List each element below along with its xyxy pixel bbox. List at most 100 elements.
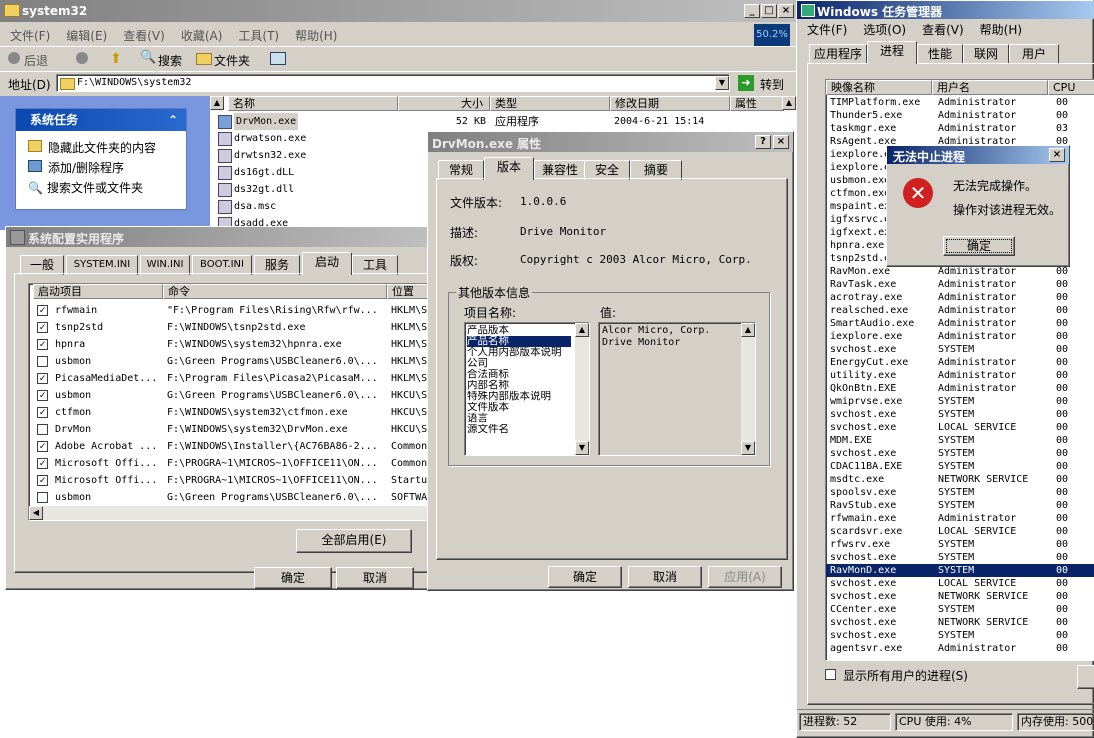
show-all-users-checkbox[interactable] (825, 669, 836, 680)
startup-checkbox[interactable]: ✓ (37, 458, 48, 469)
tab-1[interactable]: 进程 (867, 41, 917, 64)
taskmgr-titlebar[interactable]: Windows 任务管理器 (797, 1, 1094, 19)
views-icon[interactable] (270, 52, 286, 65)
menu-item[interactable]: 帮助(H) (295, 29, 337, 43)
menu-item[interactable]: 查看(V) (922, 23, 964, 37)
tab-6[interactable]: 工具 (352, 255, 398, 275)
process-row[interactable]: svchost.exe LOCAL SERVICE 00 (826, 421, 1094, 434)
tasks-header[interactable]: 系统任务 ⌃ (16, 109, 186, 131)
tab-4[interactable]: 用户 (1009, 44, 1059, 64)
process-row[interactable]: RavStub.exe SYSTEM 00 (826, 499, 1094, 512)
column-header[interactable]: 启动项目 (33, 284, 163, 299)
version-item[interactable]: 产品名称 (467, 336, 571, 347)
column-header[interactable]: 命令 (163, 284, 387, 299)
startup-checkbox[interactable]: ✓ (37, 373, 48, 384)
column-header[interactable]: CPU (1048, 80, 1094, 95)
startup-checkbox[interactable]: ✓ (37, 390, 48, 401)
tab-4[interactable]: 服务 (254, 255, 300, 275)
tab-2[interactable]: 性能 (917, 44, 963, 64)
startup-row[interactable]: DrvMon F:\WINDOWS\system32\DrvMon.exe HKCU… (29, 421, 437, 438)
process-row[interactable]: scardsvr.exe LOCAL SERVICE 00 (826, 525, 1094, 538)
help-button[interactable]: ? (755, 135, 771, 149)
properties-ok-button[interactable]: 确定 (548, 566, 622, 588)
process-row[interactable]: svchost.exe SYSTEM 00 (826, 447, 1094, 460)
version-item[interactable]: 合法商标 (467, 369, 571, 380)
startup-row[interactable]: ✓ usbmon G:\Green Programs\USBCleaner6.0\.… (29, 387, 437, 404)
process-row[interactable]: svchost.exe SYSTEM 00 (826, 408, 1094, 421)
process-row[interactable]: Thunder5.exe Administrator 00 (826, 109, 1094, 122)
chevron-down-icon[interactable]: ▼ (715, 76, 729, 90)
version-item-list[interactable]: 产品版本 产品名称 个人用内部版本说明 公司 合法商标 内部名称 特殊内部版本说明 文件版本语… (464, 322, 590, 456)
process-row[interactable]: rfwmain.exe Administrator 00 (826, 512, 1094, 525)
startup-checkbox[interactable] (37, 424, 48, 435)
startup-checkbox[interactable] (37, 356, 48, 367)
startup-row[interactable]: ✓ PicasaMediaDet... F:\Program Files\Picas… (29, 370, 437, 387)
tab-4[interactable]: 摘要 (630, 160, 682, 180)
process-row[interactable]: RavTask.exe Administrator 00 (826, 278, 1094, 291)
tab-2[interactable]: 兼容性 (534, 160, 586, 180)
column-header[interactable]: 大小 (398, 96, 490, 111)
vertical-scrollbar[interactable]: ▲ ▼ (741, 323, 755, 455)
process-row[interactable]: svchost.exe NETWORK SERVICE 00 (826, 590, 1094, 603)
scroll-up-icon[interactable]: ▲ (210, 96, 224, 110)
menu-item[interactable]: 工具(T) (238, 29, 279, 43)
tab-0[interactable]: 常规 (438, 160, 484, 180)
process-row[interactable]: agentsvr.exe Administrator 00 (826, 642, 1094, 655)
process-row[interactable]: iexplore.exe Administrator 00 (826, 330, 1094, 343)
menu-item[interactable]: 文件(F) (807, 23, 847, 37)
process-row[interactable]: TIMPlatform.exe Administrator 00 (826, 96, 1094, 109)
process-row[interactable]: svchost.exe SYSTEM 00 (826, 551, 1094, 564)
process-row[interactable]: wmiprvse.exe SYSTEM 00 (826, 395, 1094, 408)
error-ok-button[interactable]: 确定 (943, 236, 1015, 256)
startup-row[interactable]: ✓ tsnp2std F:\WINDOWS\tsnp2std.exe HKLM\S (29, 319, 437, 336)
msconfig-titlebar[interactable]: 系统配置实用程序 (6, 227, 436, 247)
properties-titlebar[interactable]: DrvMon.exe 属性 ? × (428, 132, 793, 152)
collapse-icon[interactable]: ⌃ (168, 109, 178, 131)
process-row[interactable]: spoolsv.exe SYSTEM 00 (826, 486, 1094, 499)
scroll-up-icon[interactable]: ▲ (575, 323, 589, 337)
column-header[interactable]: 用户名 (932, 80, 1048, 95)
column-header[interactable]: 名称 (228, 96, 398, 111)
explorer-titlebar[interactable]: system32 _ □ × (0, 0, 796, 22)
back-button[interactable]: 后退 (24, 52, 48, 69)
startup-row[interactable]: usbmon G:\Green Programs\USBCleaner6.0\..… (29, 489, 437, 506)
go-button[interactable]: 转到 (760, 76, 784, 93)
startup-row[interactable]: ✓ Microsoft Offi... F:\PROGRA~1\MICROS~1\O… (29, 472, 437, 489)
process-row[interactable]: SmartAudio.exe Administrator 00 (826, 317, 1094, 330)
menu-item[interactable]: 文件(F) (10, 29, 50, 43)
vertical-scrollbar[interactable]: ▲ ▼ (575, 323, 589, 455)
tab-1[interactable]: SYSTEM.INI (66, 255, 138, 275)
menu-item[interactable]: 查看(V) (123, 29, 165, 43)
version-item[interactable]: 内部名称 (467, 380, 571, 391)
tab-5[interactable]: 启动 (302, 252, 352, 275)
tab-3[interactable]: BOOT.INI (192, 255, 252, 275)
version-item[interactable]: 产品版本 (467, 325, 571, 336)
menu-item[interactable]: 选项(O) (863, 23, 906, 37)
tab-0[interactable]: 应用程序 (809, 44, 867, 64)
menu-item[interactable]: 帮助(H) (980, 23, 1022, 37)
version-item[interactable]: 文件版本 (467, 402, 571, 413)
process-row[interactable]: acrotray.exe Administrator 00 (826, 291, 1094, 304)
go-arrow-icon[interactable]: ➜ (738, 75, 754, 91)
tab-2[interactable]: WIN.INI (140, 255, 190, 275)
address-input[interactable]: F:\WINDOWS\system32 ▼ (56, 74, 730, 92)
process-row[interactable]: EnergyCut.exe Administrator 00 (826, 356, 1094, 369)
tab-3[interactable]: 安全 (584, 160, 630, 180)
process-row[interactable]: taskmgr.exe Administrator 03 (826, 122, 1094, 135)
startup-row[interactable]: ✓ Microsoft Offi... F:\PROGRA~1\MICROS~1\O… (29, 455, 437, 472)
scroll-up-icon[interactable]: ▲ (782, 96, 796, 110)
process-row[interactable]: svchost.exe SYSTEM 00 (826, 629, 1094, 642)
process-row[interactable]: utility.exe Administrator 00 (826, 369, 1094, 382)
startup-row[interactable]: ✓ hpnra F:\WINDOWS\system32\hpnra.exe HKLM\… (29, 336, 437, 353)
process-row[interactable]: MDM.EXE SYSTEM 00 (826, 434, 1094, 447)
startup-checkbox[interactable]: ✓ (37, 339, 48, 350)
process-row[interactable]: CCenter.exe SYSTEM 00 (826, 603, 1094, 616)
column-header[interactable]: 修改日期 (610, 96, 730, 111)
tab-1[interactable]: 版本 (484, 157, 534, 180)
file-row[interactable]: DrvMon.exe 52 KB 应用程序 2004-6-21 15:14 (210, 113, 780, 130)
search-button[interactable]: 搜索 (158, 52, 182, 69)
column-header[interactable]: 映像名称 (826, 80, 932, 95)
startup-row[interactable]: usbmon G:\Green Programs\USBCleaner6.0\..… (29, 353, 437, 370)
msconfig-ok-button[interactable]: 确定 (254, 567, 332, 589)
close-button[interactable]: × (773, 135, 789, 149)
